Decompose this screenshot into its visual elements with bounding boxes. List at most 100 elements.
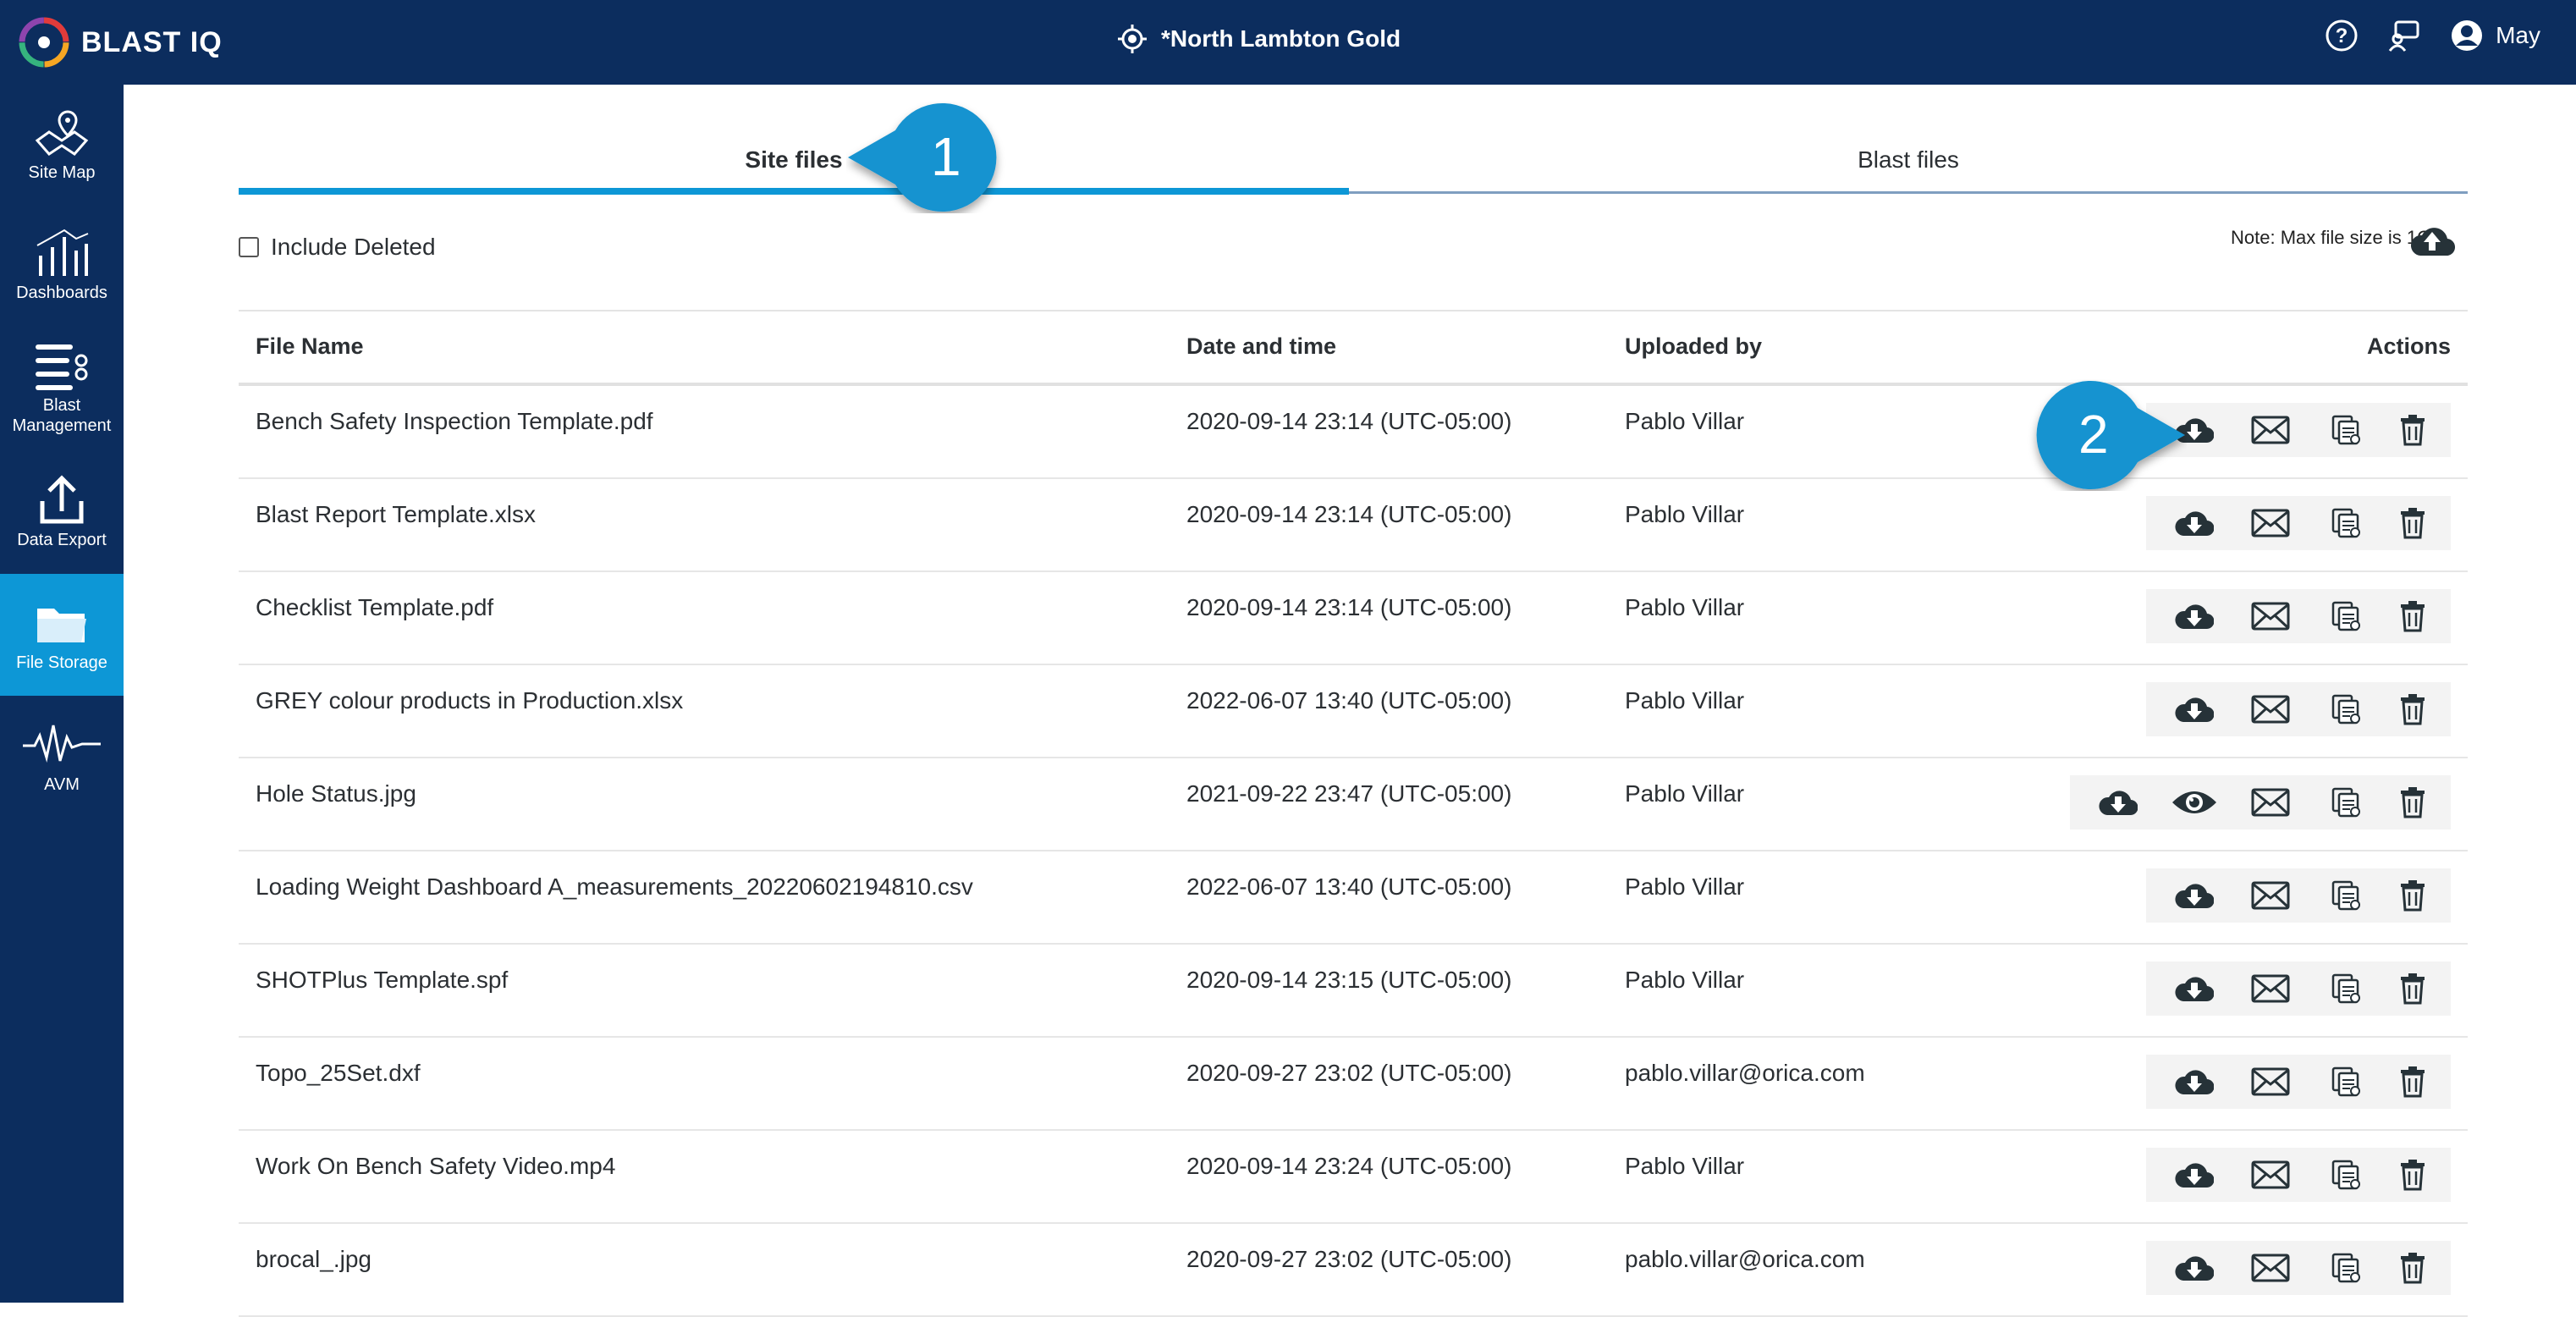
file-name: Loading Weight Dashboard A_measurements_…	[256, 873, 973, 900]
waveform-icon	[23, 725, 101, 763]
copy-link-button[interactable]	[2309, 1055, 2385, 1109]
include-deleted-filter[interactable]: Include Deleted	[239, 234, 436, 261]
table-row[interactable]: brocal_.jpg 2020-09-27 23:02 (UTC-05:00) p…	[239, 1224, 2468, 1317]
file-date: 2020-09-14 23:14 (UTC-05:00)	[1186, 408, 1512, 434]
sidebar-item-data-export[interactable]: Data Export	[0, 450, 124, 574]
file-name: Blast Report Template.xlsx	[256, 501, 536, 527]
tab-blast-files[interactable]: Blast files	[1349, 125, 2468, 195]
table-row[interactable]: Hole Status.jpg 2021-09-22 23:47 (UTC-05:…	[239, 758, 2468, 851]
copy-link-button[interactable]	[2309, 403, 2385, 457]
email-icon	[2251, 974, 2290, 1003]
email-button[interactable]	[2232, 868, 2309, 923]
download-icon	[2175, 1256, 2214, 1281]
download-icon	[2175, 511, 2214, 537]
column-uploaded-by[interactable]: Uploaded by	[1625, 333, 1762, 360]
copy-link-button[interactable]	[2309, 496, 2385, 550]
column-date-time[interactable]: Date and time	[1186, 333, 1336, 360]
user-name: May	[2496, 22, 2540, 48]
download-button[interactable]	[2156, 1148, 2232, 1202]
logo[interactable]: BLAST IQ	[17, 12, 223, 73]
email-button[interactable]	[2232, 1148, 2309, 1202]
download-icon	[2099, 791, 2138, 816]
trash-icon	[2401, 694, 2425, 725]
sidebar-item-blast-management[interactable]: Blast Management	[0, 325, 124, 450]
download-button[interactable]	[2080, 775, 2156, 829]
callout-1: 1	[846, 102, 1016, 213]
delete-button[interactable]	[2385, 1055, 2441, 1109]
tab-site-files[interactable]: Site files	[239, 125, 1349, 195]
file-uploader: Pablo Villar	[1625, 687, 1745, 714]
delete-button[interactable]	[2385, 775, 2441, 829]
copy-link-button[interactable]	[2309, 1241, 2385, 1295]
table-header: File Name Date and time Uploaded by Acti…	[239, 310, 2468, 386]
email-icon	[2251, 416, 2290, 444]
download-icon	[2175, 884, 2214, 909]
top-bar: BLAST IQ *North Lambton Gold ? May	[0, 0, 2576, 85]
email-button[interactable]	[2232, 1055, 2309, 1109]
preview-button[interactable]	[2156, 775, 2232, 829]
delete-button[interactable]	[2385, 682, 2441, 736]
download-button[interactable]	[2156, 868, 2232, 923]
download-button[interactable]	[2156, 682, 2232, 736]
table-row[interactable]: Checklist Template.pdf 2020-09-14 23:14 (…	[239, 572, 2468, 665]
sidebar-item-site-map[interactable]: Site Map	[0, 85, 124, 205]
site-selector[interactable]: *North Lambton Gold	[1117, 24, 1401, 54]
user-menu[interactable]: May	[2450, 19, 2540, 52]
site-title: *North Lambton Gold	[1161, 25, 1401, 52]
map-icon	[35, 110, 89, 156]
table-row[interactable]: Blast Report Template.xlsx 2020-09-14 23:…	[239, 479, 2468, 572]
column-file-name[interactable]: File Name	[256, 333, 364, 360]
sidebar-item-label: Data Export	[17, 531, 107, 549]
download-button[interactable]	[2156, 1055, 2232, 1109]
copy-link-button[interactable]	[2309, 682, 2385, 736]
brand-name: BLAST IQ	[81, 25, 223, 58]
email-button[interactable]	[2232, 682, 2309, 736]
email-button[interactable]	[2232, 496, 2309, 550]
delete-button[interactable]	[2385, 403, 2441, 457]
email-button[interactable]	[2232, 962, 2309, 1016]
delete-button[interactable]	[2385, 1148, 2441, 1202]
download-button[interactable]	[2156, 962, 2232, 1016]
row-actions	[2146, 1148, 2451, 1202]
delete-button[interactable]	[2385, 868, 2441, 923]
table-row[interactable]: Topo_25Set.dxf 2020-09-27 23:02 (UTC-05:0…	[239, 1038, 2468, 1131]
delete-button[interactable]	[2385, 496, 2441, 550]
support-chat-icon[interactable]	[2387, 19, 2421, 52]
sidebar-item-file-storage[interactable]: File Storage	[0, 574, 124, 696]
copy-link-button[interactable]	[2309, 868, 2385, 923]
file-name: Topo_25Set.dxf	[256, 1060, 421, 1086]
sidebar-item-avm[interactable]: AVM	[0, 696, 124, 818]
upload-cloud-icon[interactable]	[2408, 222, 2456, 259]
top-right-controls: ? May	[2325, 19, 2540, 52]
copy-link-button[interactable]	[2309, 962, 2385, 1016]
table-row[interactable]: Work On Bench Safety Video.mp4 2020-09-14…	[239, 1131, 2468, 1224]
download-button[interactable]	[2156, 496, 2232, 550]
copy-link-icon	[2331, 415, 2360, 445]
delete-button[interactable]	[2385, 962, 2441, 1016]
crosshair-icon	[1118, 25, 1147, 53]
include-deleted-label: Include Deleted	[271, 234, 436, 260]
help-icon[interactable]: ?	[2325, 19, 2359, 52]
download-button[interactable]	[2156, 1241, 2232, 1295]
file-uploader: Pablo Villar	[1625, 408, 1745, 434]
table-row[interactable]: SHOTPlus Template.spf 2020-09-14 23:15 (U…	[239, 945, 2468, 1038]
file-date: 2020-09-14 23:15 (UTC-05:00)	[1186, 967, 1512, 993]
include-deleted-checkbox[interactable]	[239, 237, 259, 257]
copy-link-button[interactable]	[2309, 1148, 2385, 1202]
table-row[interactable]: GREY colour products in Production.xlsx 2…	[239, 665, 2468, 758]
email-button[interactable]	[2232, 775, 2309, 829]
download-button[interactable]	[2156, 589, 2232, 643]
trash-icon	[2401, 601, 2425, 632]
delete-button[interactable]	[2385, 1241, 2441, 1295]
email-icon	[2251, 788, 2290, 817]
email-button[interactable]	[2232, 1241, 2309, 1295]
copy-link-button[interactable]	[2309, 589, 2385, 643]
email-button[interactable]	[2232, 403, 2309, 457]
email-button[interactable]	[2232, 589, 2309, 643]
email-icon	[2251, 602, 2290, 631]
delete-button[interactable]	[2385, 589, 2441, 643]
table-row[interactable]: Loading Weight Dashboard A_measurements_…	[239, 851, 2468, 945]
sidebar-item-dashboards[interactable]: Dashboards	[0, 205, 124, 325]
copy-link-button[interactable]	[2309, 775, 2385, 829]
row-actions	[2146, 682, 2451, 736]
